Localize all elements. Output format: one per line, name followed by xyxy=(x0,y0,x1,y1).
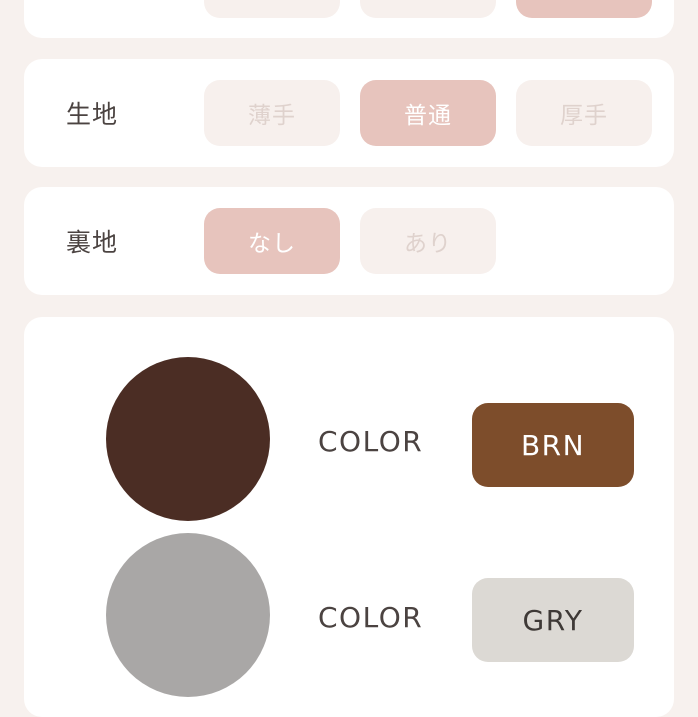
lining-option-none[interactable]: なし xyxy=(204,208,340,274)
fabric-label: 生地 xyxy=(66,100,119,129)
brown-swatch[interactable] xyxy=(106,357,270,521)
gray-color-badge[interactable]: GRY xyxy=(472,578,634,662)
partial-option-2[interactable] xyxy=(360,0,496,18)
brown-color-badge[interactable]: BRN xyxy=(472,403,634,487)
fabric-option-thick[interactable]: 厚手 xyxy=(516,80,652,146)
fabric-option-thin[interactable]: 薄手 xyxy=(204,80,340,146)
lining-label: 裏地 xyxy=(66,228,119,257)
lining-option-yes[interactable]: あり xyxy=(360,208,496,274)
partial-option-1[interactable] xyxy=(204,0,340,18)
fabric-card: 生地 薄手 普通 厚手 xyxy=(24,59,674,167)
fabric-option-normal[interactable]: 普通 xyxy=(360,80,496,146)
color-label-gray: COLOR xyxy=(318,601,424,634)
gray-swatch[interactable] xyxy=(106,533,270,697)
partial-option-3[interactable] xyxy=(516,0,652,18)
color-label-brown: COLOR xyxy=(318,425,424,458)
lining-card: 裏地 なし あり xyxy=(24,187,674,295)
partial-option-card xyxy=(24,0,674,38)
color-card: COLOR BRN COLOR GRY xyxy=(24,317,674,717)
